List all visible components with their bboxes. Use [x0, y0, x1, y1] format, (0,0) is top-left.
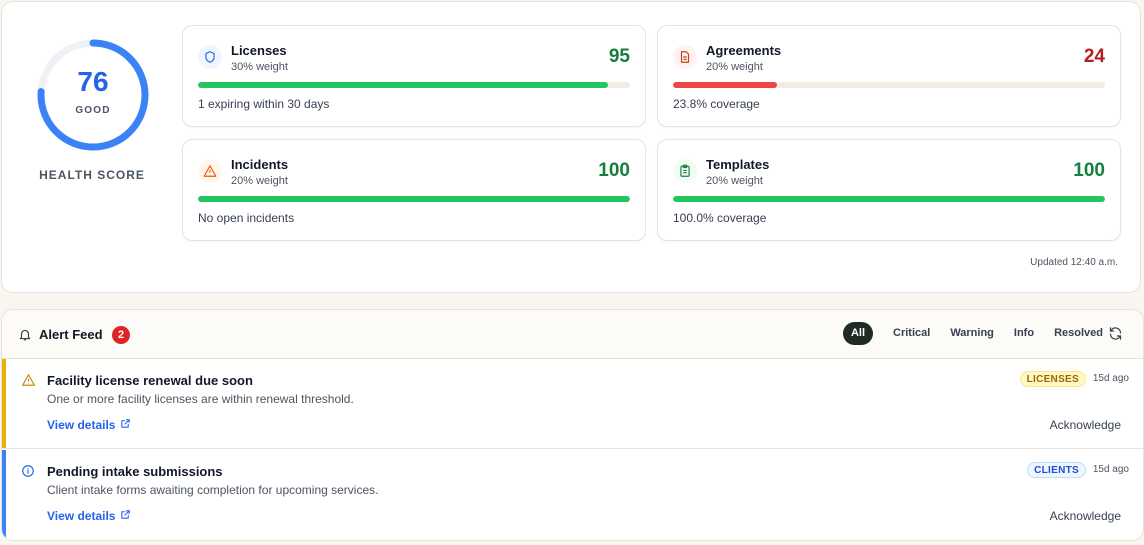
health-score-value: 76 — [77, 66, 109, 97]
alert-category-tag: LICENSES — [1019, 371, 1086, 387]
shield-icon — [198, 45, 222, 69]
metric-progress-track — [673, 82, 1105, 88]
metric-progress-fill — [198, 82, 609, 88]
alert-feed-title: Alert Feed — [39, 327, 103, 342]
metric-score: 24 — [1083, 46, 1105, 67]
filter-info[interactable]: Info — [1006, 322, 1042, 345]
filter-resolved[interactable]: Resolved — [1046, 322, 1111, 345]
metric-score: 100 — [1073, 160, 1105, 181]
alert-severity-stripe — [2, 450, 6, 540]
alert-feed-header: Alert Feed 2 All Critical Warning Info R… — [2, 310, 1143, 359]
metric-weight: 30% weight — [231, 61, 288, 73]
external-link-icon — [120, 509, 131, 523]
clipboard-icon — [673, 159, 697, 183]
alert-timestamp: 15d ago — [1092, 373, 1129, 384]
metric-note: 23.8% coverage — [673, 97, 760, 111]
alert-item: Facility license renewal due soon One or… — [2, 359, 1143, 449]
alert-description: One or more facility licenses are within… — [47, 392, 354, 406]
metric-weight: 20% weight — [706, 175, 763, 187]
alert-title: Facility license renewal due soon — [47, 373, 253, 388]
metric-progress-track — [198, 196, 630, 202]
health-status-label: GOOD — [75, 105, 111, 116]
metric-title: Licenses — [231, 43, 287, 58]
filter-critical[interactable]: Critical — [885, 322, 938, 345]
external-link-icon — [120, 418, 131, 432]
metric-note: 100.0% coverage — [673, 211, 767, 225]
alert-count-badge: 2 — [112, 326, 130, 344]
metric-card-incidents[interactable]: Incidents 20% weight 100 No open inciden… — [182, 139, 646, 241]
metric-progress-fill — [198, 196, 630, 202]
metric-card-agreements[interactable]: Agreements 20% weight 24 23.8% coverage — [657, 25, 1121, 127]
health-gauge: 76 GOOD — [34, 36, 152, 154]
info-icon — [21, 464, 35, 483]
metric-score: 100 — [598, 160, 630, 181]
metric-note: 1 expiring within 30 days — [198, 97, 330, 111]
metric-card-templates[interactable]: Templates 20% weight 100 100.0% coverage — [657, 139, 1121, 241]
metric-progress-fill — [673, 196, 1105, 202]
metric-score: 95 — [608, 46, 630, 67]
view-details-link[interactable]: View details — [47, 509, 131, 523]
metric-progress-track — [673, 196, 1105, 202]
acknowledge-button[interactable]: Acknowledge — [1050, 418, 1121, 432]
metric-note: No open incidents — [198, 211, 295, 225]
metric-weight: 20% weight — [231, 175, 288, 187]
metric-weight: 20% weight — [706, 61, 763, 73]
metric-card-licenses[interactable]: Licenses 30% weight 95 1 expiring within… — [182, 25, 646, 127]
metric-title: Agreements — [706, 43, 782, 58]
acknowledge-button[interactable]: Acknowledge — [1050, 509, 1121, 523]
document-icon — [673, 45, 697, 69]
health-score-card: 76 GOOD HEALTH SCORE Licenses 30% weight… — [1, 1, 1141, 293]
alert-title: Pending intake submissions — [47, 464, 223, 479]
health-score-caption: HEALTH SCORE — [39, 168, 145, 182]
metric-progress-track — [198, 82, 630, 88]
metric-title: Templates — [706, 157, 770, 172]
view-details-label: View details — [47, 509, 116, 523]
view-details-label: View details — [47, 418, 116, 432]
alert-item: Pending intake submissions Client intake… — [2, 450, 1143, 540]
alert-filter-group: All Critical Warning Info Resolved — [842, 322, 1111, 345]
alert-category-tag: CLIENTS — [1027, 462, 1086, 478]
filter-all[interactable]: All — [842, 322, 874, 345]
alert-feed-panel: Alert Feed 2 All Critical Warning Info R… — [1, 309, 1144, 541]
refresh-icon[interactable] — [1108, 326, 1123, 346]
warning-icon — [198, 159, 222, 183]
alert-description: Client intake forms awaiting completion … — [47, 483, 379, 497]
alert-severity-stripe — [2, 359, 6, 448]
warning-icon — [21, 373, 36, 392]
updated-timestamp: Updated 12:40 a.m. — [1030, 257, 1118, 268]
view-details-link[interactable]: View details — [47, 418, 131, 432]
filter-warning[interactable]: Warning — [942, 322, 1002, 345]
metric-title: Incidents — [231, 157, 289, 172]
alert-timestamp: 15d ago — [1092, 464, 1129, 475]
bell-icon — [18, 327, 32, 347]
metric-progress-fill — [673, 82, 777, 88]
